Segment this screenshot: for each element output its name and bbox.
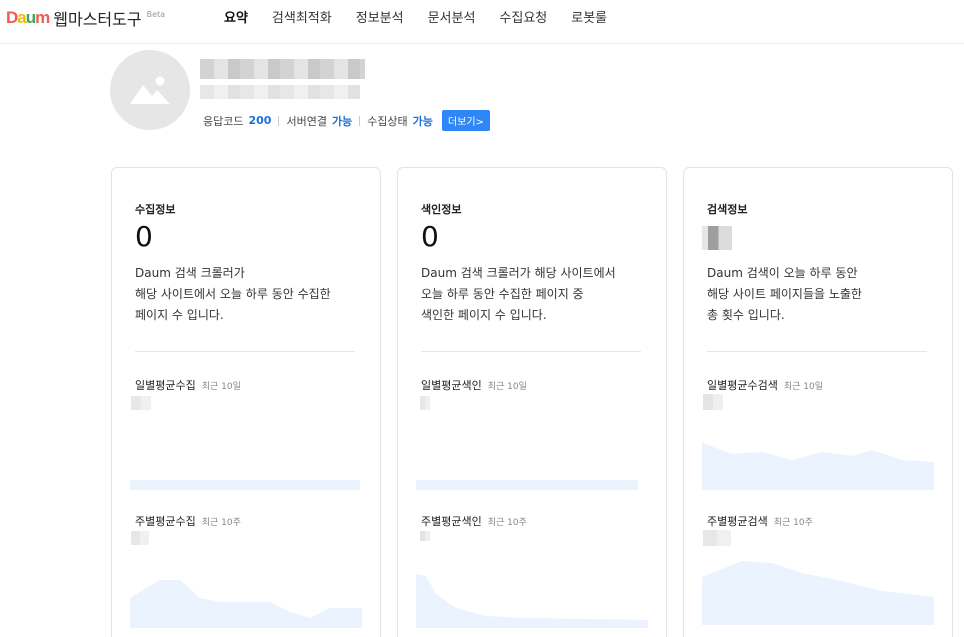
response-code-value: 200: [248, 114, 272, 127]
blurred-weekly-value: [703, 530, 731, 546]
daum-logo[interactable]: D a u m 웹마스터도구 Beta: [6, 6, 165, 30]
card-value: 0: [135, 220, 153, 253]
card-divider: [421, 351, 641, 352]
daily-hint: 최근 10일: [201, 382, 241, 392]
crawl-status-label: 수집상태: [367, 114, 408, 128]
nav-summary[interactable]: 요약: [224, 7, 248, 26]
blurred-site-name: [200, 59, 365, 79]
response-code-label: 응답코드: [203, 114, 244, 128]
daily-average-label: 일별평균수검색 최근 10일: [707, 377, 823, 393]
weekly-chart: [416, 574, 648, 628]
desc-line: 총 횟수 입니다.: [707, 308, 785, 322]
nav-search-optimization[interactable]: 검색최적화: [272, 7, 332, 26]
weekly-hint: 최근 10주: [773, 518, 813, 528]
weekly-chart: [702, 561, 934, 625]
card-title: 색인정보: [421, 203, 462, 216]
card-title: 수집정보: [135, 203, 176, 216]
top-header: D a u m 웹마스터도구 Beta 요약 검색최적화 정보분석 문서분석 수…: [0, 0, 964, 44]
weekly-average-label: 주별평균검색 최근 10주: [707, 513, 813, 529]
daily-hint: 최근 10일: [783, 382, 823, 392]
card-description: Daum 검색 크롤러가 해당 사이트에서 오늘 하루 동안 수집한 페이지 수…: [135, 263, 365, 326]
weekly-average-label: 주별평균수집 최근 10주: [135, 513, 241, 529]
card-divider: [135, 351, 355, 352]
app-title: 웹마스터도구: [53, 10, 142, 29]
blurred-search-count: [702, 226, 732, 250]
card-description: Daum 검색이 오늘 하루 동안 해당 사이트 페이지들을 노출한 총 횟수 …: [707, 263, 937, 326]
daily-label-text: 일별평균색인: [421, 379, 482, 392]
blurred-weekly-value: [131, 531, 149, 545]
card-divider: [707, 351, 927, 352]
blurred-daily-value: [131, 396, 151, 410]
index-info-card: 색인정보 0 Daum 검색 크롤러가 해당 사이트에서 오늘 하루 동안 수집…: [397, 167, 667, 637]
card-description: Daum 검색 크롤러가 해당 사이트에서 오늘 하루 동안 수집한 페이지 중…: [421, 263, 651, 326]
server-connection-label: 서버연결: [286, 114, 327, 128]
blurred-weekly-value: [420, 531, 430, 541]
image-placeholder-icon: [130, 76, 170, 104]
logo-mark: D a u m: [6, 8, 50, 28]
daily-label-text: 일별평균수검색: [707, 379, 778, 392]
daily-label-text: 일별평균수집: [135, 379, 196, 392]
server-connection-value: 가능: [331, 114, 353, 128]
status-separator: [359, 115, 361, 126]
desc-line: 오늘 하루 동안 수집한 페이지 중: [421, 287, 584, 301]
weekly-label-text: 주별평균수집: [135, 515, 196, 528]
nav-crawl-request[interactable]: 수집요청: [499, 7, 547, 26]
card-value: 0: [421, 220, 439, 253]
nav-info-analysis[interactable]: 정보분석: [356, 7, 404, 26]
daily-hint: 최근 10일: [487, 382, 527, 392]
blurred-daily-value: [703, 394, 723, 410]
weekly-chart: [130, 580, 362, 628]
nav-document-analysis[interactable]: 문서분석: [428, 7, 476, 26]
weekly-hint: 최근 10주: [487, 518, 527, 528]
daily-average-label: 일별평균수집 최근 10일: [135, 377, 241, 393]
daily-chart: [416, 480, 638, 490]
search-info-card: 검색정보 Daum 검색이 오늘 하루 동안 해당 사이트 페이지들을 노출한 …: [683, 167, 953, 637]
logo-letter-u: u: [25, 8, 36, 27]
nav-robot-rules[interactable]: 로봇룰: [571, 7, 607, 26]
daily-average-label: 일별평균색인 최근 10일: [421, 377, 527, 393]
main-nav: 요약 검색최적화 정보분석 문서분석 수집요청 로봇룰: [224, 7, 631, 26]
desc-line: Daum 검색 크롤러가 해당 사이트에서: [421, 266, 616, 280]
logo-letter-a: a: [17, 8, 27, 27]
status-separator: [278, 115, 280, 126]
desc-line: 해당 사이트 페이지들을 노출한: [707, 287, 862, 301]
desc-line: 페이지 수 입니다.: [135, 308, 224, 322]
weekly-average-label: 주별평균색인 최근 10주: [421, 513, 527, 529]
desc-line: 해당 사이트에서 오늘 하루 동안 수집한: [135, 287, 331, 301]
beta-badge: Beta: [146, 9, 166, 19]
site-status-line: 응답코드 200 서버연결 가능 수집상태 가능 더보기>: [203, 110, 490, 131]
weekly-label-text: 주별평균검색: [707, 515, 768, 528]
card-title: 검색정보: [707, 203, 748, 216]
weekly-label-text: 주별평균색인: [421, 515, 482, 528]
weekly-hint: 최근 10주: [201, 518, 241, 528]
daily-chart: [130, 480, 360, 490]
site-avatar: [110, 50, 190, 130]
logo-letter-d: D: [6, 8, 18, 27]
daily-chart: [702, 442, 934, 490]
crawl-status-value: 가능: [412, 114, 433, 128]
blurred-daily-value: [420, 396, 430, 410]
more-button[interactable]: 더보기>: [441, 110, 490, 131]
desc-line: 색인한 페이지 수 입니다.: [421, 308, 547, 322]
blurred-site-url: [200, 85, 360, 99]
logo-letter-m: m: [35, 8, 50, 27]
desc-line: Daum 검색이 오늘 하루 동안: [707, 266, 858, 280]
desc-line: Daum 검색 크롤러가: [135, 266, 245, 280]
crawl-info-card: 수집정보 0 Daum 검색 크롤러가 해당 사이트에서 오늘 하루 동안 수집…: [111, 167, 381, 637]
